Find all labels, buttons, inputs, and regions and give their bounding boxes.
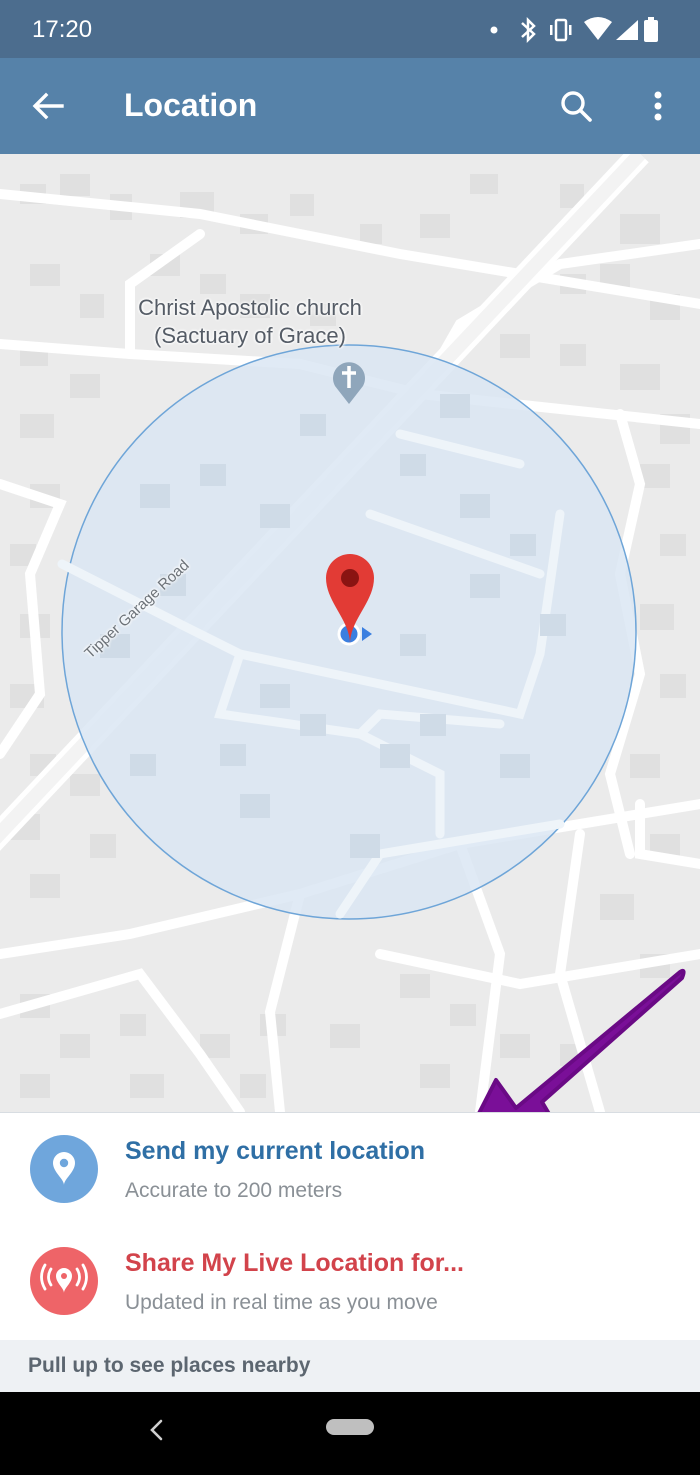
page-title: Location	[124, 87, 258, 123]
status-icons	[490, 16, 658, 44]
share-live-location-option[interactable]: Share My Live Location for... Updated in…	[0, 1225, 700, 1337]
search-icon[interactable]	[556, 86, 596, 126]
more-vert-icon[interactable]	[640, 86, 676, 126]
live-location-icon	[40, 1263, 88, 1293]
arrow-left-icon[interactable]	[28, 86, 68, 126]
system-nav-bar	[0, 1392, 700, 1475]
bottom-sheet: Send my current location Accurate to 200…	[0, 1112, 700, 1340]
send-location-label: Send my current location	[125, 1137, 426, 1165]
wifi-icon	[584, 17, 612, 40]
dot-icon	[490, 26, 498, 34]
church-icon[interactable]	[330, 358, 368, 406]
map-view[interactable]: Christ Apostolic church (Sactuary of Gra…	[0, 154, 700, 1112]
send-location-sub: Accurate to 200 meters	[125, 1179, 343, 1202]
nearby-places-text: Pull up to see places nearby	[28, 1354, 311, 1377]
nav-home-pill[interactable]	[326, 1419, 374, 1435]
signal-icon	[616, 20, 638, 40]
vibrate-icon	[550, 18, 572, 42]
bluetooth-icon	[521, 16, 536, 44]
church-label: Christ Apostolic church (Sactuary of Gra…	[110, 294, 390, 350]
map-pin-icon[interactable]	[322, 550, 378, 646]
church-label-line2: (Sactuary of Grace)	[154, 323, 346, 348]
status-time: 17:20	[32, 16, 93, 43]
share-live-location-label: Share My Live Location for...	[125, 1249, 464, 1277]
church-label-line1: Christ Apostolic church	[138, 295, 362, 320]
battery-icon	[644, 17, 658, 42]
send-location-icon-bg	[30, 1135, 98, 1203]
live-location-icon-bg	[30, 1247, 98, 1315]
location-pin-icon	[53, 1151, 75, 1185]
app-bar: Location	[0, 58, 700, 154]
nav-back-icon[interactable]	[146, 1416, 166, 1444]
status-bar: 17:20	[0, 0, 700, 58]
share-live-location-sub: Updated in real time as you move	[125, 1291, 438, 1314]
nearby-places-bar[interactable]: Pull up to see places nearby	[0, 1340, 700, 1392]
send-location-option[interactable]: Send my current location Accurate to 200…	[0, 1113, 700, 1225]
